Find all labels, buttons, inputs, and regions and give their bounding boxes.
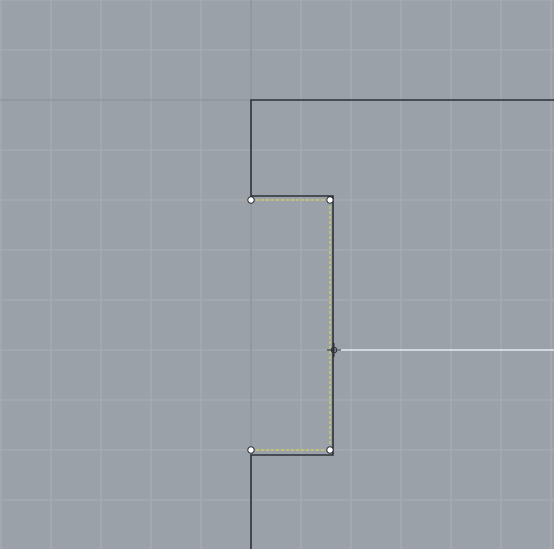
- viewport-background: [0, 0, 554, 549]
- modeling-viewport[interactable]: [0, 0, 554, 549]
- control-point[interactable]: [247, 196, 255, 204]
- control-point[interactable]: [326, 446, 334, 454]
- viewport-canvas[interactable]: [0, 0, 554, 549]
- control-point[interactable]: [326, 196, 334, 204]
- control-point[interactable]: [247, 446, 255, 454]
